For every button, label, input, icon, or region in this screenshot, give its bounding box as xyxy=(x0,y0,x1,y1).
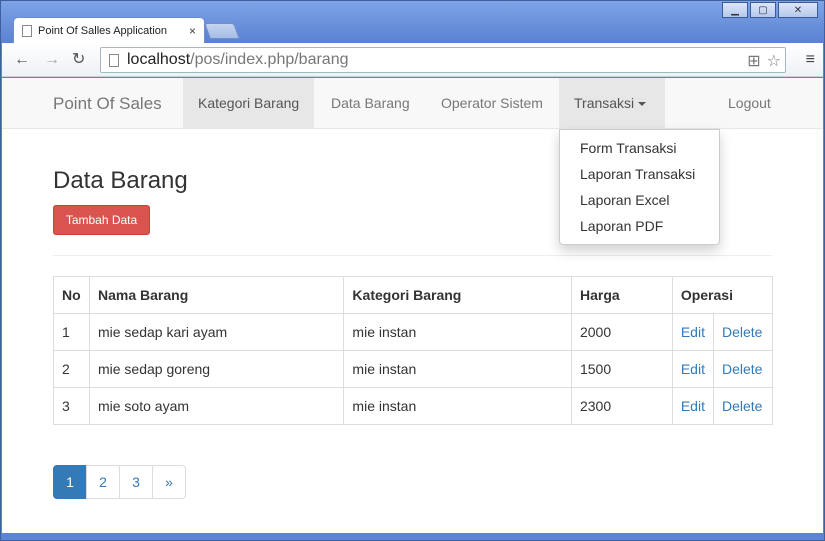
cell-nama: mie soto ayam xyxy=(88,387,345,425)
page-title: Data Barang xyxy=(53,167,188,194)
cell-edit: Edit xyxy=(671,350,714,388)
header-kategori-barang: Kategori Barang xyxy=(343,276,572,314)
minimize-button[interactable]: ▁ xyxy=(722,2,748,18)
browser-toolbar: ← → ↻ localhost/pos/index.php/barang ⊞ ☆… xyxy=(2,43,823,77)
cell-kategori: mie instan xyxy=(343,313,572,351)
menu-laporan-pdf[interactable]: Laporan PDF xyxy=(560,213,719,239)
menu-laporan-excel[interactable]: Laporan Excel xyxy=(560,187,719,213)
edit-link[interactable]: Edit xyxy=(681,324,705,340)
header-no: No xyxy=(53,276,90,314)
cell-edit: Edit xyxy=(671,313,714,351)
barang-table: No Nama Barang Kategori Barang Harga Ope… xyxy=(53,276,774,425)
nav-logout[interactable]: Logout xyxy=(713,78,786,128)
hamburger-menu-icon[interactable]: ≡ xyxy=(806,51,815,69)
cell-no: 3 xyxy=(53,387,90,425)
header-operasi: Operasi xyxy=(671,276,774,314)
page-icon xyxy=(22,24,32,37)
next-page-button[interactable]: » xyxy=(152,465,186,499)
nav-transaksi-label: Transaksi xyxy=(574,95,635,111)
cell-edit: Edit xyxy=(671,387,714,425)
nav-kategori-barang[interactable]: Kategori Barang xyxy=(183,78,315,128)
menu-form-transaksi[interactable]: Form Transaksi xyxy=(560,135,719,161)
cell-harga: 2000 xyxy=(570,313,673,351)
table-header-row: No Nama Barang Kategori Barang Harga Ope… xyxy=(53,276,774,314)
tambah-data-button[interactable]: Tambah Data xyxy=(53,205,150,235)
translate-icon[interactable]: ⊞ xyxy=(747,51,760,71)
url-path: /pos/index.php/barang xyxy=(190,51,349,68)
delete-link[interactable]: Delete xyxy=(722,361,762,377)
cell-harga: 1500 xyxy=(570,350,673,388)
page-1-button[interactable]: 1 xyxy=(53,465,87,499)
cell-no: 2 xyxy=(53,350,90,388)
cell-delete: Delete xyxy=(712,313,774,351)
maximize-button[interactable]: ▢ xyxy=(750,2,776,18)
app-navbar: Point Of Sales Kategori Barang Data Bara… xyxy=(2,78,823,129)
delete-link[interactable]: Delete xyxy=(722,324,762,340)
url-host: localhost xyxy=(127,51,191,68)
table-row: 3 mie soto ayam mie instan 2300 Edit Del… xyxy=(53,387,774,425)
cell-harga: 2300 xyxy=(570,387,673,425)
cell-nama: mie sedap goreng xyxy=(88,350,345,388)
table-row: 2 mie sedap goreng mie instan 1500 Edit … xyxy=(53,350,774,388)
nav-transaksi[interactable]: Transaksi xyxy=(559,78,665,128)
address-bar[interactable]: localhost/pos/index.php/barang ⊞ ☆ xyxy=(100,47,786,73)
cell-kategori: mie instan xyxy=(343,350,572,388)
pagination: 1 2 3 » xyxy=(53,465,186,499)
cell-delete: Delete xyxy=(712,350,774,388)
edit-link[interactable]: Edit xyxy=(681,398,705,414)
browser-tab[interactable]: Point Of Salles Application × xyxy=(13,17,205,43)
tab-title: Point Of Salles Application xyxy=(38,24,168,37)
cell-kategori: mie instan xyxy=(343,387,572,425)
page-viewport: Point Of Sales Kategori Barang Data Bara… xyxy=(2,78,823,533)
new-tab-button[interactable] xyxy=(204,23,240,39)
page-info-icon xyxy=(109,54,119,67)
star-icon[interactable]: ☆ xyxy=(767,51,781,71)
forward-icon[interactable]: → xyxy=(44,51,60,69)
edit-link[interactable]: Edit xyxy=(681,361,705,377)
navbar-brand[interactable]: Point Of Sales xyxy=(53,94,162,114)
nav-operator-sistem[interactable]: Operator Sistem xyxy=(426,78,558,128)
window-controls: ▁ ▢ ✕ xyxy=(720,2,818,18)
address-icons: ⊞ ☆ xyxy=(747,51,781,71)
reload-icon[interactable]: ↻ xyxy=(72,51,85,69)
close-window-button[interactable]: ✕ xyxy=(778,2,818,18)
header-nama-barang: Nama Barang xyxy=(88,276,345,314)
tab-close-icon[interactable]: × xyxy=(189,24,196,38)
transaksi-dropdown-menu: Form Transaksi Laporan Transaksi Laporan… xyxy=(559,129,720,245)
browser-window: ▁ ▢ ✕ Point Of Salles Application × ← → … xyxy=(0,0,825,541)
page-2-button[interactable]: 2 xyxy=(86,465,120,499)
table-row: 1 mie sedap kari ayam mie instan 2000 Ed… xyxy=(53,313,774,351)
caret-down-icon xyxy=(638,102,647,107)
title-bar: ▁ ▢ ✕ Point Of Salles Application × xyxy=(1,1,824,43)
cell-delete: Delete xyxy=(712,387,774,425)
delete-link[interactable]: Delete xyxy=(722,398,762,414)
cell-no: 1 xyxy=(53,313,90,351)
menu-laporan-transaksi[interactable]: Laporan Transaksi xyxy=(560,161,719,187)
header-harga: Harga xyxy=(570,276,673,314)
cell-nama: mie sedap kari ayam xyxy=(88,313,345,351)
page-3-button[interactable]: 3 xyxy=(119,465,153,499)
divider xyxy=(53,255,772,256)
back-icon[interactable]: ← xyxy=(14,51,30,69)
nav-data-barang[interactable]: Data Barang xyxy=(316,78,425,128)
